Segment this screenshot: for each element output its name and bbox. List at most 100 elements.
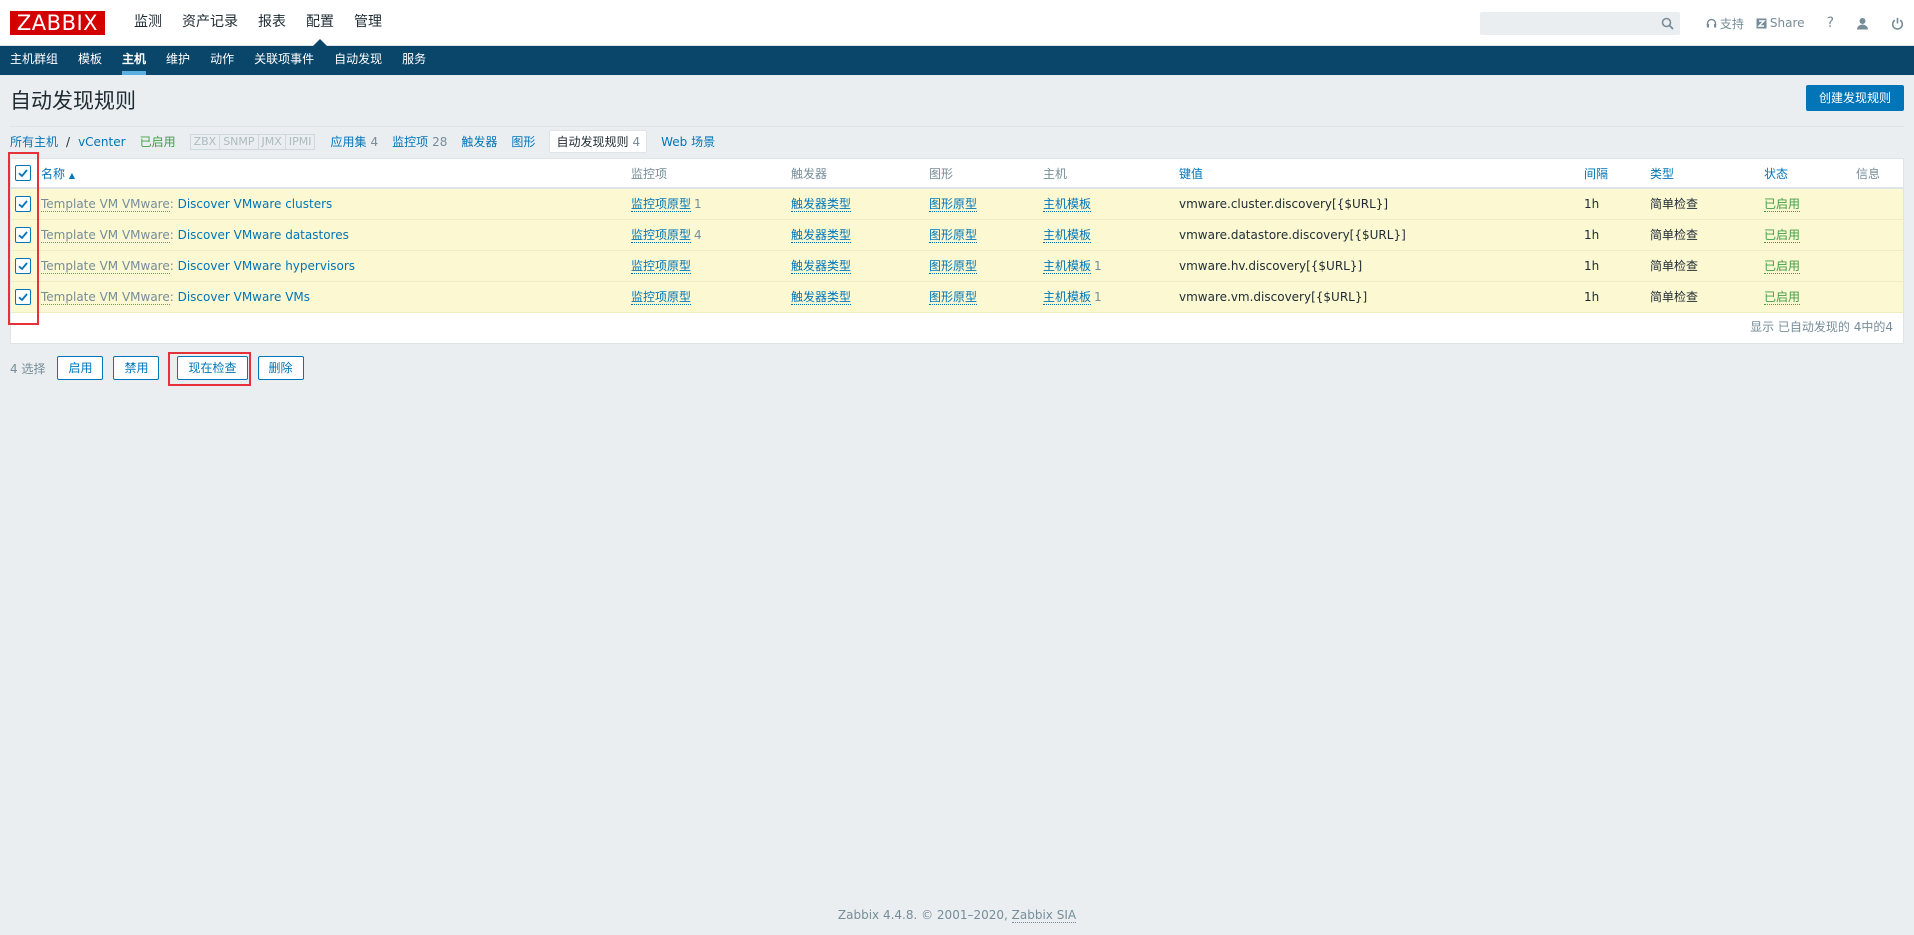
triggers-link[interactable]: 触发器 xyxy=(461,133,497,150)
check-now-button[interactable]: 现在检查 xyxy=(177,356,248,380)
support-link[interactable]: 支持 xyxy=(1706,15,1744,32)
triggers-cell: 触发器类型 xyxy=(787,250,925,281)
table-summary: 显示 已自动发现的 4中的4 xyxy=(1750,320,1893,334)
template-link[interactable]: Template VM VMware xyxy=(41,227,170,243)
submenu-discovery[interactable]: 自动发现 xyxy=(324,46,392,75)
rule-name-link[interactable]: Discover VMware hypervisors xyxy=(178,259,355,273)
template-link[interactable]: Template VM VMware xyxy=(41,289,170,305)
discovery-rules-tab[interactable]: 自动发现规则 4 xyxy=(549,130,648,153)
trigger-prototypes-link[interactable]: 触发器类型 xyxy=(791,259,852,274)
all-hosts-link[interactable]: 所有主机 xyxy=(10,133,58,150)
host-status[interactable]: 已启用 xyxy=(140,133,176,150)
interval-cell: 1h xyxy=(1584,227,1600,242)
menu-monitoring[interactable]: 监测 xyxy=(124,0,172,46)
profile-link[interactable] xyxy=(1856,17,1869,30)
graphs-cell: 图形原型 xyxy=(925,250,1039,281)
key-cell: vmware.datastore.discovery[{$URL}] xyxy=(1179,227,1406,242)
zabbix-logo[interactable]: ZABBIX xyxy=(10,11,105,35)
graph-prototypes-link[interactable]: 图形原型 xyxy=(929,290,978,305)
header-interval-label[interactable]: 间隔 xyxy=(1584,167,1608,181)
submenu-correlation[interactable]: 关联项事件 xyxy=(244,46,324,75)
host-prototypes-link[interactable]: 主机模板 xyxy=(1043,228,1092,243)
header-type-label[interactable]: 类型 xyxy=(1650,167,1674,181)
web-scenarios-link[interactable]: Web 场景 xyxy=(661,133,715,150)
delete-button[interactable]: 删除 xyxy=(257,356,304,380)
help-link[interactable]: ? xyxy=(1827,15,1834,31)
share-label: Share xyxy=(1769,16,1805,30)
create-discovery-rule-button[interactable]: 创建发现规则 xyxy=(1805,85,1904,111)
graphs-link[interactable]: 图形 xyxy=(511,133,535,150)
header-items: 监控项 xyxy=(627,159,787,189)
submenu-maintenance[interactable]: 维护 xyxy=(156,46,200,75)
rule-name-link[interactable]: Discover VMware clusters xyxy=(178,197,333,211)
status-toggle[interactable]: 已启用 xyxy=(1764,290,1801,305)
info-cell xyxy=(1852,250,1903,281)
header-status[interactable]: 状态 xyxy=(1760,159,1852,189)
search-input[interactable] xyxy=(1479,11,1680,35)
status-cell: 已启用 xyxy=(1760,281,1852,312)
applications-link[interactable]: 应用集 xyxy=(330,133,366,150)
host-prototypes-link[interactable]: 主机模板 xyxy=(1043,197,1092,213)
items-tab: 监控项 28 xyxy=(392,133,447,150)
enable-button[interactable]: 启用 xyxy=(57,356,104,380)
submenu-templates[interactable]: 模板 xyxy=(68,46,112,75)
submenu-host-groups[interactable]: 主机群组 xyxy=(0,46,68,75)
header-interval[interactable]: 间隔 xyxy=(1580,159,1646,189)
disable-button[interactable]: 禁用 xyxy=(113,356,160,380)
info-cell xyxy=(1852,219,1903,250)
host-prototypes-link[interactable]: 主机模板 xyxy=(1043,259,1092,274)
item-prototypes-link[interactable]: 监控项原型 xyxy=(631,290,692,305)
header-name[interactable]: 名称 ▲ xyxy=(37,159,627,189)
header-name-label[interactable]: 名称 xyxy=(41,167,65,181)
trigger-prototypes-link[interactable]: 触发器类型 xyxy=(791,290,852,305)
header-triggers: 触发器 xyxy=(787,159,925,189)
header-type[interactable]: 类型 xyxy=(1646,159,1760,189)
item-prototypes-link[interactable]: 监控项原型 xyxy=(631,197,692,213)
table-row: Template VM VMware: Discover VMware VMs … xyxy=(11,281,1903,312)
snmp-badge: SNMP xyxy=(219,133,259,150)
rule-name-link[interactable]: Discover VMware VMs xyxy=(178,290,310,304)
host-prototypes-link[interactable]: 主机模板 xyxy=(1043,290,1092,305)
graph-prototypes-link[interactable]: 图形原型 xyxy=(929,197,978,213)
trigger-prototypes-link[interactable]: 触发器类型 xyxy=(791,197,852,213)
status-toggle[interactable]: 已启用 xyxy=(1764,228,1801,243)
graph-prototypes-link[interactable]: 图形原型 xyxy=(929,259,978,274)
status-toggle[interactable]: 已启用 xyxy=(1764,197,1801,213)
menu-configuration[interactable]: 配置 xyxy=(296,0,344,46)
submenu-actions[interactable]: 动作 xyxy=(200,46,244,75)
submenu-hosts[interactable]: 主机 xyxy=(112,46,156,75)
discovery-rules-count: 4 xyxy=(632,134,641,149)
applications-tab: 应用集 4 xyxy=(330,133,378,150)
name-separator: : xyxy=(169,258,174,273)
template-link[interactable]: Template VM VMware xyxy=(41,196,170,212)
submenu-services[interactable]: 服务 xyxy=(392,46,436,75)
logout-link[interactable] xyxy=(1891,17,1904,30)
zabbix-sia-link[interactable]: Zabbix SIA xyxy=(1011,908,1077,923)
search-icon[interactable] xyxy=(1661,17,1674,30)
type-cell: 简单检查 xyxy=(1650,228,1699,242)
host-prototypes-count: 1 xyxy=(1094,290,1102,304)
rule-name-link[interactable]: Discover VMware datastores xyxy=(178,228,349,242)
trigger-prototypes-link[interactable]: 触发器类型 xyxy=(791,228,852,243)
header-key[interactable]: 键值 xyxy=(1175,159,1580,189)
item-prototypes-link[interactable]: 监控项原型 xyxy=(631,228,692,243)
menu-reports[interactable]: 报表 xyxy=(248,0,296,46)
items-link[interactable]: 监控项 xyxy=(392,133,428,150)
host-link[interactable]: vCenter xyxy=(78,135,126,149)
graphs-cell: 图形原型 xyxy=(925,281,1039,312)
graph-prototypes-link[interactable]: 图形原型 xyxy=(929,228,978,243)
item-prototypes-count: 4 xyxy=(694,228,702,242)
table-row: Template VM VMware: Discover VMware data… xyxy=(11,219,1903,250)
menu-administration[interactable]: 管理 xyxy=(344,0,392,46)
share-link[interactable]: Share xyxy=(1756,16,1805,30)
availability-badges: ZBX SNMP JMX IPMI xyxy=(189,133,316,150)
menu-inventory[interactable]: 资产记录 xyxy=(172,0,248,46)
header-status-label[interactable]: 状态 xyxy=(1764,167,1788,181)
header-key-label[interactable]: 键值 xyxy=(1179,167,1203,181)
status-toggle[interactable]: 已启用 xyxy=(1764,259,1801,274)
sub-menu: 主机群组 模板 主机 维护 动作 关联项事件 自动发现 服务 xyxy=(0,46,1914,75)
key-cell: vmware.cluster.discovery[{$URL}] xyxy=(1179,196,1389,211)
item-prototypes-link[interactable]: 监控项原型 xyxy=(631,259,692,274)
template-link[interactable]: Template VM VMware xyxy=(41,258,170,274)
status-cell: 已启用 xyxy=(1760,250,1852,281)
